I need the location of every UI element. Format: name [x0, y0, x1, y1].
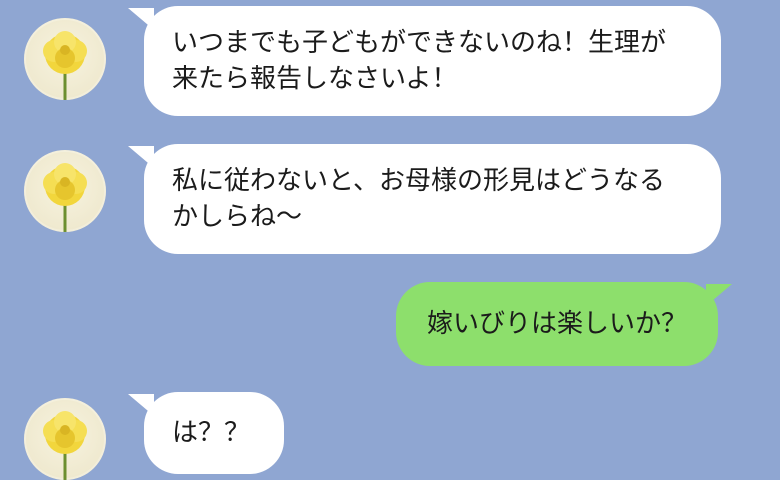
chat-view: いつまでも子どもができないのね！生理が 来たら報告しなさいよ！ 私に従わないと、…	[0, 0, 780, 480]
yellow-flower-icon	[43, 31, 87, 100]
message-text: 嫁いびりは楽しいか？	[426, 309, 687, 339]
sender-avatar[interactable]	[24, 18, 106, 100]
sender-avatar[interactable]	[24, 150, 106, 232]
incoming-message-bubble[interactable]: は？？	[144, 392, 284, 474]
outgoing-message-bubble[interactable]: 嫁いびりは楽しいか？	[396, 282, 718, 366]
incoming-message-bubble[interactable]: 私に従わないと、お母様の形見はどうなる かしらね〜	[144, 144, 721, 254]
message-text: 私に従わないと、お母様の形見はどうなる かしらね〜	[172, 166, 665, 232]
yellow-flower-icon	[43, 411, 87, 480]
yellow-flower-icon	[43, 163, 87, 232]
message-text: は？？	[172, 418, 251, 448]
incoming-message-bubble[interactable]: いつまでも子どもができないのね！生理が 来たら報告しなさいよ！	[144, 6, 721, 116]
sender-avatar[interactable]	[24, 398, 106, 480]
message-text: いつまでも子どもができないのね！生理が 来たら報告しなさいよ！	[172, 28, 667, 94]
